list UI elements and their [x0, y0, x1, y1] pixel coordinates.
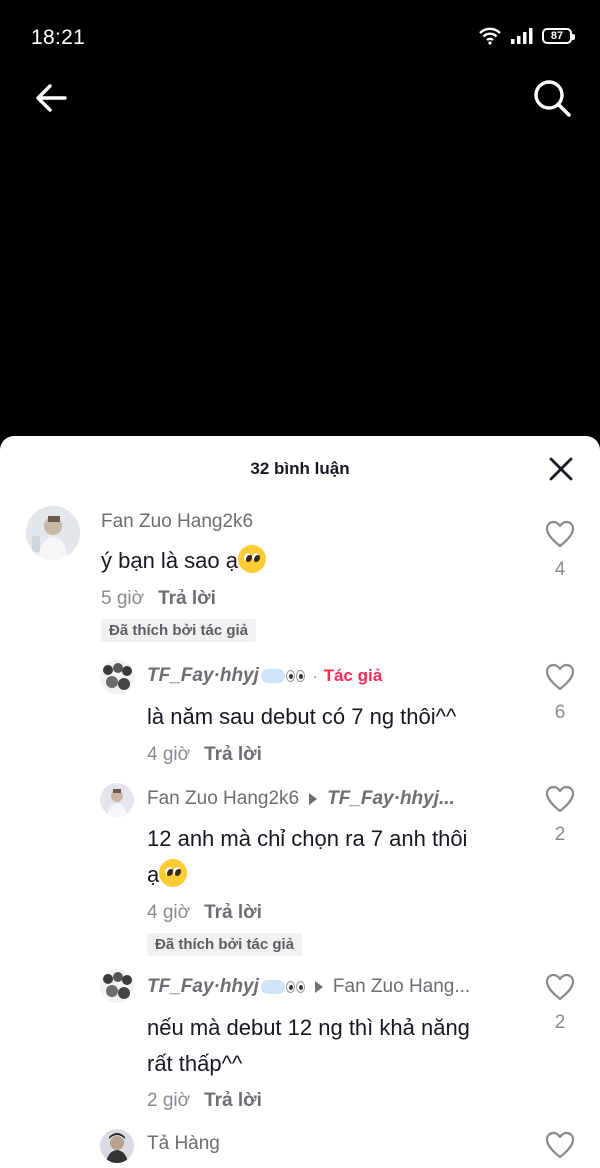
- comment-count-title: 32 bình luận: [250, 459, 350, 478]
- comment-username[interactable]: Fan Zuo Hang2k6: [101, 511, 253, 533]
- avatar[interactable]: [100, 1129, 134, 1163]
- author-tag: Tác giả: [323, 666, 383, 685]
- like-count: 2: [554, 824, 566, 845]
- comments-sheet: 32 bình luận Fan Zuo Hang2k6 ý bạn là sa…: [0, 436, 600, 1168]
- comment-time: 4 giờ: [147, 902, 191, 923]
- pleading-face-emoji: [237, 545, 266, 573]
- comment-time: 4 giờ: [147, 744, 191, 765]
- comment-username[interactable]: TF_Fay·hhyj · Tác giả: [147, 665, 382, 687]
- status-time: 18:21: [31, 26, 86, 49]
- reply-to-arrow-icon: [309, 793, 318, 805]
- like-button[interactable]: 6: [542, 662, 578, 724]
- heart-icon[interactable]: [544, 784, 576, 814]
- comment-time: 2 giờ: [147, 1090, 191, 1111]
- avatar[interactable]: [100, 660, 134, 694]
- signal-icon: [511, 28, 533, 44]
- back-arrow-icon[interactable]: [32, 78, 72, 118]
- comment-username[interactable]: TF_Fay·hhyj Fan Zuo Hang...: [147, 976, 470, 998]
- heart-icon[interactable]: [544, 662, 576, 692]
- pleading-face-emoji: [159, 859, 188, 887]
- sheet-header: 32 bình luận: [0, 436, 600, 502]
- reply-to-username[interactable]: Fan Zuo Hang...: [333, 976, 470, 998]
- comment-text: 12 anh mà chỉ chọn ra 7 anh thôi ạ: [147, 826, 468, 887]
- like-button[interactable]: 2: [542, 972, 578, 1034]
- status-icons: 87: [478, 27, 575, 45]
- reply-button[interactable]: Trả lời: [204, 1090, 262, 1112]
- comment-time: 5 giờ: [101, 588, 145, 609]
- avatar[interactable]: [100, 969, 134, 1003]
- battery-icon: 87: [542, 28, 575, 44]
- comment-meta: 4 giờ Trả lời: [147, 902, 262, 924]
- comment-text: ý bạn là sao ạ: [101, 543, 266, 579]
- reply-button[interactable]: Trả lời: [204, 902, 262, 924]
- comment-username[interactable]: Fan Zuo Hang2k6 TF_Fay·hhyj...: [147, 788, 455, 810]
- like-count: 6: [554, 702, 566, 723]
- avatar[interactable]: [26, 506, 80, 560]
- like-count: 4: [554, 559, 566, 580]
- comment-meta: 4 giờ Trả lời: [147, 744, 262, 766]
- like-button[interactable]: 4: [542, 519, 578, 581]
- close-icon[interactable]: [548, 456, 574, 482]
- reply-to-arrow-icon: [314, 981, 323, 993]
- comment-text: là năm sau debut có 7 ng thôi^^: [147, 704, 457, 729]
- heart-icon[interactable]: [544, 972, 576, 1002]
- comment-meta: 5 giờ Trả lời: [101, 588, 216, 610]
- status-bar: 18:21 87: [0, 0, 600, 70]
- heart-icon[interactable]: [544, 1130, 576, 1160]
- like-count: 2: [554, 1012, 566, 1033]
- comment-meta: 2 giờ Trả lời: [147, 1090, 262, 1112]
- heart-icon[interactable]: [544, 519, 576, 549]
- wifi-icon: [479, 27, 501, 45]
- like-button[interactable]: [542, 1130, 578, 1165]
- search-icon[interactable]: [530, 76, 574, 120]
- like-button[interactable]: 2: [542, 784, 578, 846]
- cloud-eyes-emoji: [260, 980, 305, 994]
- top-nav: [0, 70, 600, 126]
- reply-button[interactable]: Trả lời: [158, 588, 216, 610]
- reply-to-username[interactable]: TF_Fay·hhyj...: [327, 788, 455, 810]
- comment-username[interactable]: Tả Hàng: [147, 1133, 220, 1155]
- avatar[interactable]: [100, 783, 134, 817]
- reply-button[interactable]: Trả lời: [204, 744, 262, 766]
- comment-text: nếu mà debut 12 ng thì khả năng rất thấp…: [147, 1015, 470, 1076]
- liked-by-author-badge: Đã thích bởi tác giả: [101, 619, 257, 642]
- liked-by-author-badge: Đã thích bởi tác giả: [147, 933, 303, 956]
- cloud-eyes-emoji: [260, 669, 305, 683]
- battery-level: 87: [550, 30, 564, 42]
